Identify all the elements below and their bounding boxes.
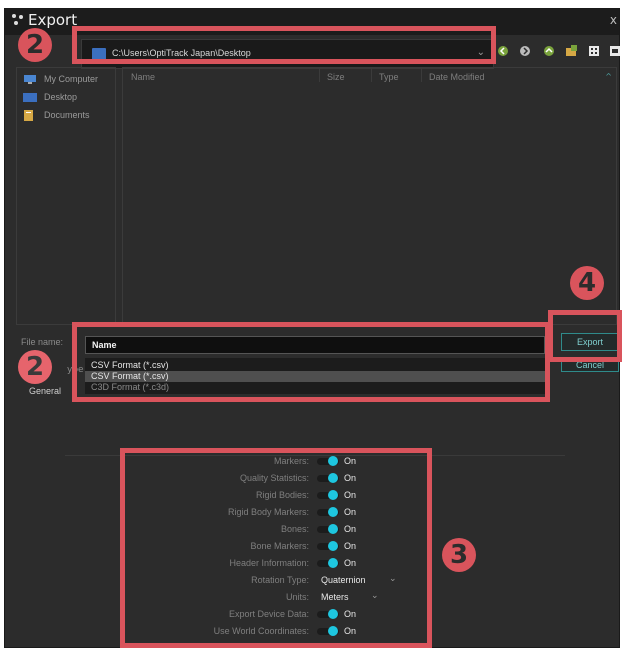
file-name-label: File name: — [21, 337, 64, 347]
column-header-date[interactable]: Date Modified — [429, 72, 485, 82]
view-list-icon[interactable] — [609, 42, 621, 61]
back-arrow-icon[interactable] — [497, 42, 509, 61]
annotation-box-file-type — [72, 322, 550, 402]
annotation-box-export — [548, 310, 622, 362]
column-header-name[interactable]: Name — [131, 72, 155, 82]
view-grid-icon[interactable] — [588, 42, 600, 61]
documents-icon — [23, 110, 37, 121]
app-icon — [12, 14, 23, 25]
new-folder-icon[interactable] — [565, 42, 578, 61]
file-list[interactable]: Name Size Type Date Modified ^ — [122, 67, 617, 325]
annotation-badge-2: 2 — [18, 28, 52, 62]
annotation-badge-3: 3 — [442, 538, 476, 572]
column-divider — [371, 68, 372, 82]
forward-arrow-icon[interactable] — [519, 42, 531, 61]
general-section-label: General — [29, 386, 62, 396]
annotation-box-path — [72, 26, 496, 64]
annotation-box-options — [120, 448, 432, 648]
up-arrow-icon[interactable] — [543, 42, 555, 61]
desktop-icon — [23, 92, 37, 103]
computer-icon — [23, 74, 37, 85]
annotation-badge-2: 2 — [18, 350, 52, 384]
column-header-size[interactable]: Size — [327, 72, 345, 82]
places-pane: My Computer Desktop Documents — [16, 67, 116, 325]
close-icon[interactable]: x — [610, 13, 617, 27]
sort-up-icon[interactable]: ^ — [605, 72, 612, 81]
column-divider — [319, 68, 320, 82]
annotation-badge-4: 4 — [570, 266, 604, 300]
window-title: Export — [28, 11, 78, 29]
column-divider — [421, 68, 422, 82]
column-header-type[interactable]: Type — [379, 72, 399, 82]
